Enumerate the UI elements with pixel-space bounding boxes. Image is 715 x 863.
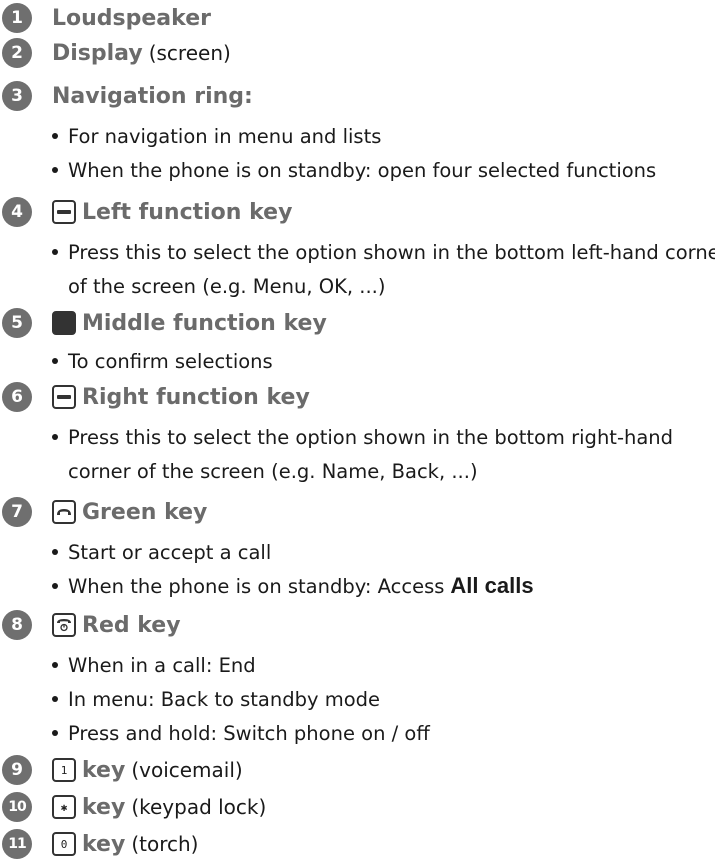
- star-keypad-lock-key-icon: ✱: [52, 795, 76, 819]
- handset-key-icon: [52, 500, 76, 524]
- filled-square-key-icon: [52, 311, 76, 335]
- number-badge: 5: [2, 308, 32, 338]
- one-voicemail-key-icon: 1: [52, 758, 76, 782]
- number-badge: 10: [2, 792, 32, 822]
- number-badge: 8: [2, 610, 32, 640]
- item-heading: Green key: [52, 500, 207, 525]
- minus-key-icon: [52, 200, 76, 224]
- number-badge: 11: [2, 829, 32, 859]
- item-heading: Navigation ring:: [52, 83, 253, 109]
- item-heading: Right function key: [52, 385, 310, 410]
- minus-key-icon: [52, 385, 76, 409]
- number-badge: 4: [2, 197, 32, 227]
- item-heading: Loudspeaker: [52, 5, 211, 31]
- red-end-key-icon: [52, 613, 76, 637]
- item-heading: Display (screen): [52, 40, 231, 66]
- number-badge: 3: [2, 81, 32, 111]
- item-heading: ✱ key (keypad lock): [52, 795, 266, 820]
- item-heading: Middle function key: [52, 311, 327, 336]
- number-badge: 9: [2, 755, 32, 785]
- item-heading: 1 key (voicemail): [52, 758, 243, 783]
- item-heading: 0 key (torch): [52, 832, 198, 857]
- number-badge: 1: [2, 3, 32, 33]
- item-heading: Red key: [52, 613, 181, 638]
- item-heading: Left function key: [52, 200, 292, 225]
- number-badge: 7: [2, 497, 32, 527]
- number-badge: 2: [2, 38, 32, 68]
- zero-torch-key-icon: 0: [52, 832, 76, 856]
- number-badge: 6: [2, 382, 32, 412]
